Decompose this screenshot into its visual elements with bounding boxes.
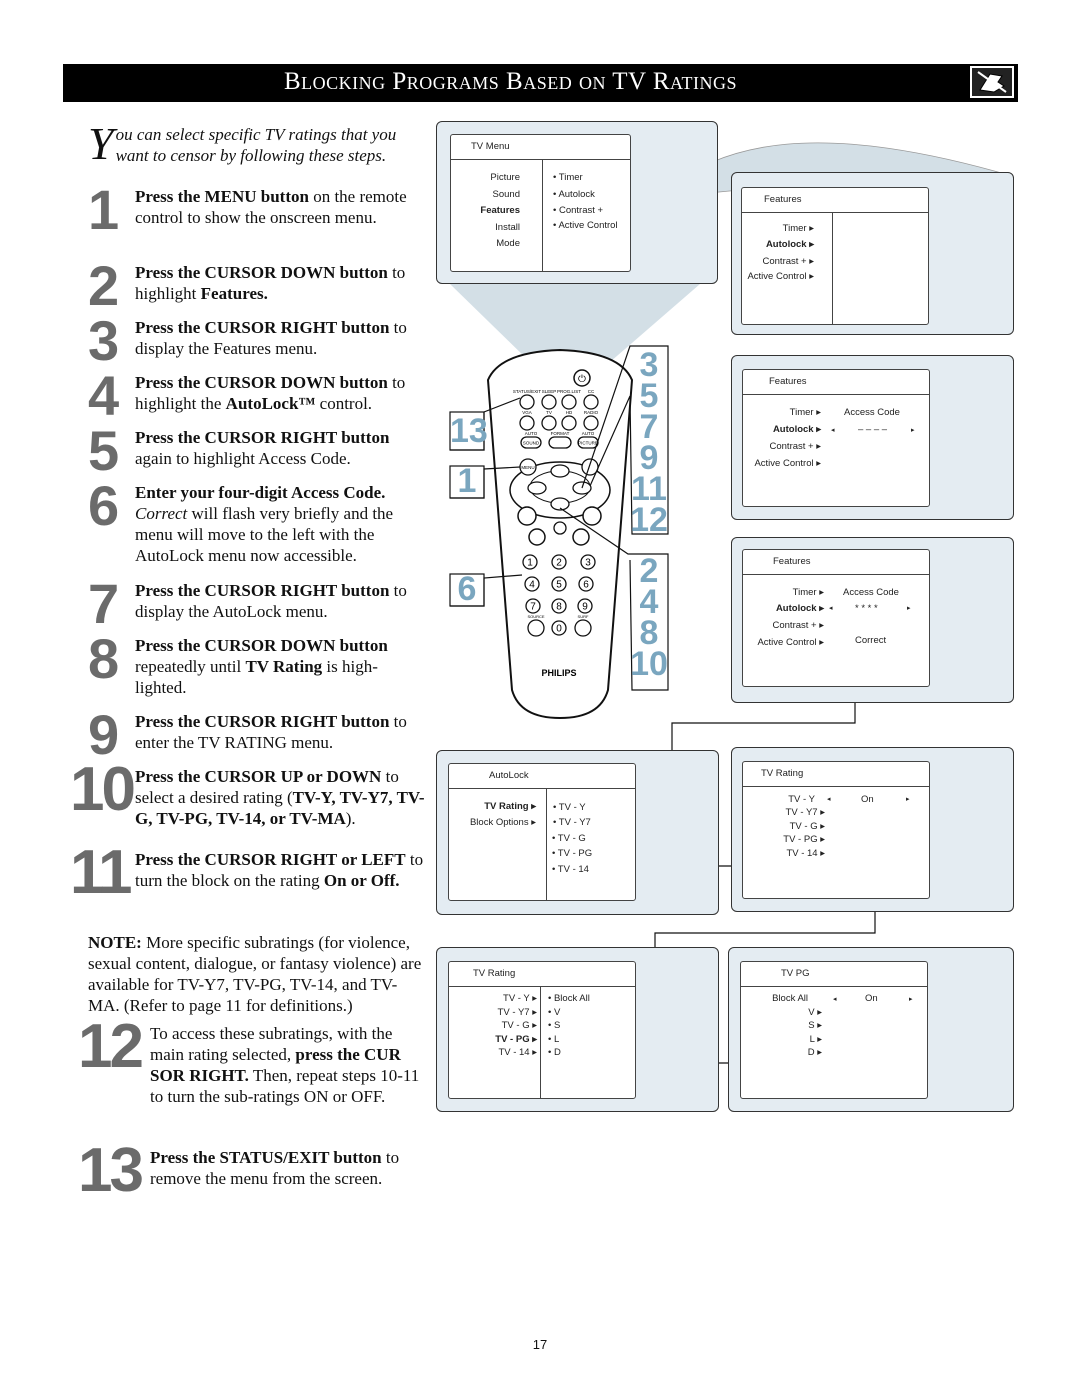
button-label: HD xyxy=(566,410,573,415)
cursor-left-button[interactable] xyxy=(527,481,547,495)
surf-button[interactable] xyxy=(574,619,592,637)
button-label: SLEEP xyxy=(542,389,557,394)
digit-label: 2 xyxy=(556,558,562,569)
tv-button[interactable] xyxy=(541,415,557,431)
button-label: SOUND xyxy=(523,441,540,446)
source-button[interactable] xyxy=(527,619,545,637)
page-number: 17 xyxy=(532,1337,548,1352)
button-label: SOURCE xyxy=(527,614,544,619)
callout-cursor-down: 2 4 8 10 xyxy=(630,554,668,683)
button-label: PROG.LIST xyxy=(557,389,581,394)
digit-label: 0 xyxy=(556,624,562,635)
digit-label: 9 xyxy=(582,602,588,613)
button-label: SURF xyxy=(578,614,589,619)
callout-number: 6 xyxy=(457,570,477,608)
status-exit-button[interactable] xyxy=(519,394,535,410)
sleep-button[interactable] xyxy=(541,394,557,410)
format-button[interactable] xyxy=(548,436,572,449)
button-label: CC xyxy=(588,389,595,394)
button-label: TV xyxy=(546,410,552,415)
radio-button[interactable] xyxy=(583,415,599,431)
prog-list-button[interactable] xyxy=(561,394,577,410)
vga-button[interactable] xyxy=(519,415,535,431)
button-label: AUTO xyxy=(525,431,538,436)
callout-number: 1 xyxy=(457,462,477,500)
digit-label: 1 xyxy=(527,558,533,569)
button-label: RADIO xyxy=(584,410,599,415)
callout-cursor-right: 3 5 7 9 11 12 xyxy=(630,348,668,539)
callout-number: 12 xyxy=(630,501,668,539)
button-label: MENU xyxy=(521,465,534,470)
channel-up-button[interactable] xyxy=(582,506,602,526)
hd-button[interactable] xyxy=(561,415,577,431)
callout-number: 13 xyxy=(450,412,488,450)
callout-number: 10 xyxy=(630,645,668,683)
button-label: AUTO xyxy=(582,431,595,436)
channel-down-button[interactable] xyxy=(572,528,590,546)
cursor-up-button[interactable] xyxy=(550,464,570,478)
digit-label: 6 xyxy=(583,580,589,591)
button-label: VGA xyxy=(522,410,532,415)
volume-up-button[interactable] xyxy=(517,506,537,526)
digit-label: 5 xyxy=(556,580,562,591)
digit-label: 8 xyxy=(556,602,562,613)
mute-button[interactable] xyxy=(553,521,567,535)
remote-control: ⏻ STATUS/EXIT SLEEP PROG.LIST CC VGA TV … xyxy=(449,345,669,720)
power-icon: ⏻ xyxy=(578,374,586,385)
brand-logo: PHILIPS xyxy=(541,668,576,678)
digit-label: 3 xyxy=(585,558,591,569)
button-label: FORMAT xyxy=(551,431,570,436)
button-label: STATUS/EXIT xyxy=(513,389,542,394)
volume-down-button[interactable] xyxy=(528,528,546,546)
cc-button[interactable] xyxy=(583,394,599,410)
button-label: PICTURE xyxy=(578,441,598,446)
digit-label: 4 xyxy=(529,580,535,591)
digit-label: 7 xyxy=(530,602,536,613)
